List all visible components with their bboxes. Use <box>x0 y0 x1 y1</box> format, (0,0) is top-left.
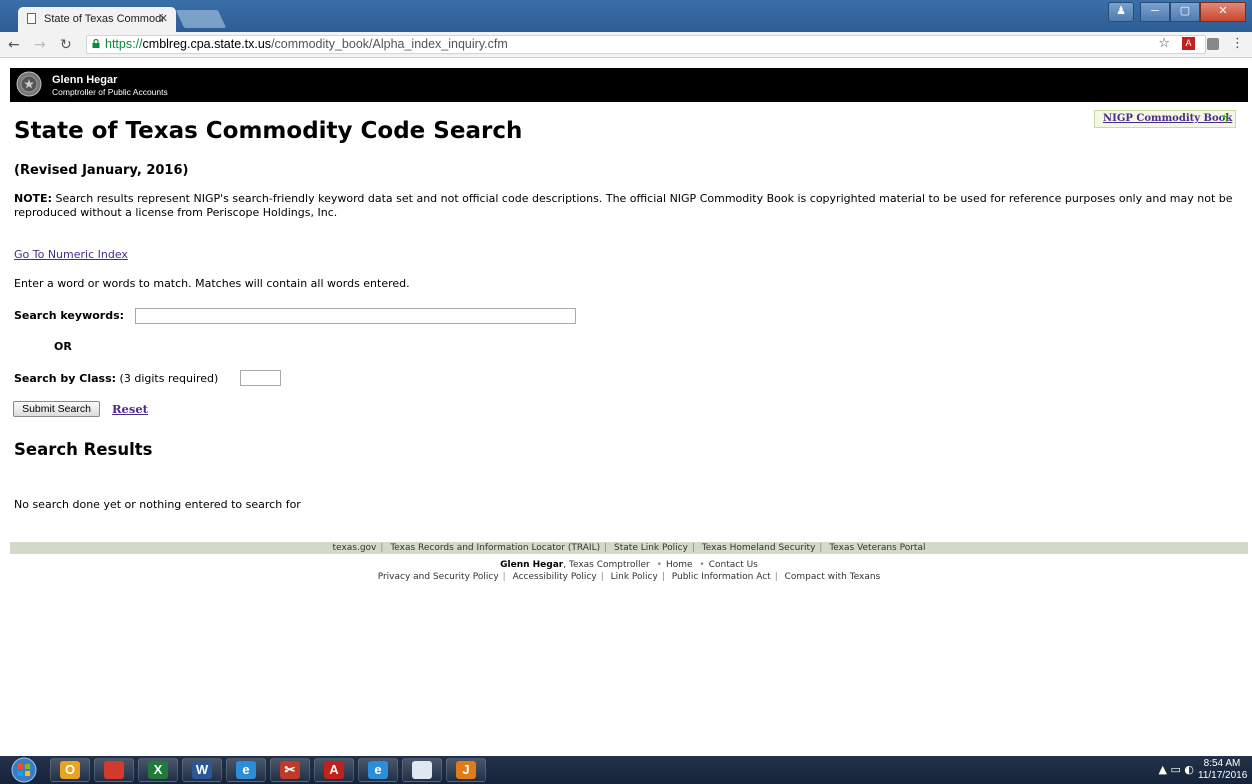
taskbar-app[interactable]: X <box>138 758 178 782</box>
footer-link[interactable]: Texas Records and Information Locator (T… <box>390 543 600 553</box>
bookmark-star-icon[interactable]: ☆ <box>1158 36 1170 51</box>
footer-policy-link[interactable]: Public Information Act <box>672 572 771 582</box>
search-results-message: No search done yet or nothing entered to… <box>14 498 301 511</box>
window-controls: ♟ ─ ▢ ✕ <box>1108 2 1246 22</box>
footer-policy-links: Privacy and Security Policy | Accessibili… <box>377 572 881 582</box>
revised-date: (Revised January, 2016) <box>14 163 189 178</box>
notepad-icon <box>412 761 432 779</box>
taskbar-app[interactable] <box>94 758 134 782</box>
state-seal-icon <box>16 71 42 97</box>
footer-link[interactable]: Texas Veterans Portal <box>829 543 925 553</box>
address-bar: ← → ↻ https://cmblreg.cpa.state.tx.us/co… <box>0 32 1252 58</box>
search-instructions: Enter a word or words to match. Matches … <box>14 277 410 290</box>
forward-arrow-icon[interactable]: → <box>34 37 46 53</box>
back-arrow-icon[interactable]: ← <box>8 37 20 53</box>
keywords-label: Search keywords: <box>14 309 125 322</box>
agency-name: Glenn Hegar <box>52 74 118 86</box>
footer-link[interactable]: texas.gov <box>333 543 377 553</box>
windows-taskbar: O X We ✂ Ae J ▲ ▭ ◐ 8:54 AM 11/17/2016 <box>0 756 1252 784</box>
submit-search-button[interactable]: Submit Search <box>13 401 100 417</box>
footer-policy-link[interactable]: Link Policy <box>611 572 658 582</box>
reload-icon[interactable]: ↻ <box>60 37 72 53</box>
footer-link[interactable]: Texas Homeland Security <box>702 543 816 553</box>
footer-policy-link[interactable]: Compact with Texans <box>785 572 881 582</box>
footer-comptroller-line: Glenn Hegar, Texas Comptroller • Home • Co… <box>500 560 758 570</box>
pdf-extension-icon[interactable]: A <box>1182 37 1195 50</box>
start-button-icon[interactable] <box>6 757 42 783</box>
return-arrow-icon: ↰ <box>1219 112 1230 126</box>
tray-icons[interactable]: ▲ ▭ ◐ <box>1159 763 1194 776</box>
ie-icon: e <box>236 761 256 779</box>
minimize-button[interactable]: ─ <box>1140 2 1170 22</box>
footer-links-bar: texas.gov | Texas Records and Information… <box>10 542 1248 554</box>
taskbar-app[interactable]: e <box>358 758 398 782</box>
word-icon: W <box>192 761 212 779</box>
outlook-icon: O <box>60 761 80 779</box>
taskbar-app[interactable] <box>402 758 442 782</box>
browser-toolbar: ☆ A ⋮ <box>1158 36 1244 51</box>
footer-contact-link[interactable]: Contact Us <box>709 560 758 570</box>
maximize-button[interactable]: ▢ <box>1170 2 1200 22</box>
ie-icon-2: e <box>368 761 388 779</box>
search-keywords-input[interactable] <box>135 308 576 324</box>
class-label: Search by Class: (3 digits required) <box>14 372 219 385</box>
user-icon[interactable]: ♟ <box>1108 2 1134 22</box>
page-title: State of Texas Commodity Code Search <box>14 118 523 144</box>
snipping-tool-icon: ✂ <box>280 761 300 779</box>
new-tab-button[interactable] <box>175 10 227 28</box>
close-window-button[interactable]: ✕ <box>1200 2 1246 22</box>
acrobat-icon: A <box>324 761 344 779</box>
taskbar-app[interactable]: e <box>226 758 266 782</box>
footer-link[interactable]: State Link Policy <box>614 543 688 553</box>
search-class-input[interactable] <box>240 370 281 386</box>
taskbar-app[interactable]: J <box>446 758 486 782</box>
footer-policy-link[interactable]: Accessibility Policy <box>513 572 597 582</box>
page-icon <box>27 13 36 24</box>
taskbar-app[interactable]: ✂ <box>270 758 310 782</box>
browser-titlebar: State of Texas Commodi ✕ ♟ ─ ▢ ✕ <box>0 0 1252 32</box>
taskbar-app[interactable]: W <box>182 758 222 782</box>
taskbar-app[interactable]: A <box>314 758 354 782</box>
url-field[interactable]: https://cmblreg.cpa.state.tx.us/commodit… <box>86 35 1206 54</box>
lock-icon <box>92 39 100 48</box>
url-text: https://cmblreg.cpa.state.tx.us/commodit… <box>105 37 508 51</box>
extension-icon[interactable] <box>1207 37 1219 50</box>
taskbar-app[interactable]: O <box>50 758 90 782</box>
agency-banner: Glenn Hegar Comptroller of Public Accoun… <box>10 68 1248 102</box>
nigp-commodity-book-link[interactable]: NIGP Commodity Book ↰ <box>1094 110 1236 128</box>
or-label: OR <box>54 340 72 353</box>
reset-link[interactable]: Reset <box>112 402 148 416</box>
browser-tab[interactable]: State of Texas Commodi ✕ <box>18 7 176 32</box>
java-icon: J <box>456 761 476 779</box>
chrome-icon <box>104 761 124 779</box>
excel-icon: X <box>148 761 168 779</box>
footer-policy-link[interactable]: Privacy and Security Policy <box>378 572 499 582</box>
close-icon[interactable]: ✕ <box>159 12 168 25</box>
numeric-index-link[interactable]: Go To Numeric Index <box>14 248 128 261</box>
agency-title: Comptroller of Public Accounts <box>52 87 168 97</box>
copyright-note: NOTE: Search results represent NIGP's se… <box>14 192 1233 219</box>
search-results-heading: Search Results <box>14 440 153 459</box>
menu-icon[interactable]: ⋮ <box>1231 36 1244 51</box>
tab-title: State of Texas Commodi <box>44 13 164 25</box>
taskbar-clock[interactable]: 8:54 AM 11/17/2016 <box>1198 758 1247 782</box>
footer-home-link[interactable]: Home <box>666 560 693 570</box>
